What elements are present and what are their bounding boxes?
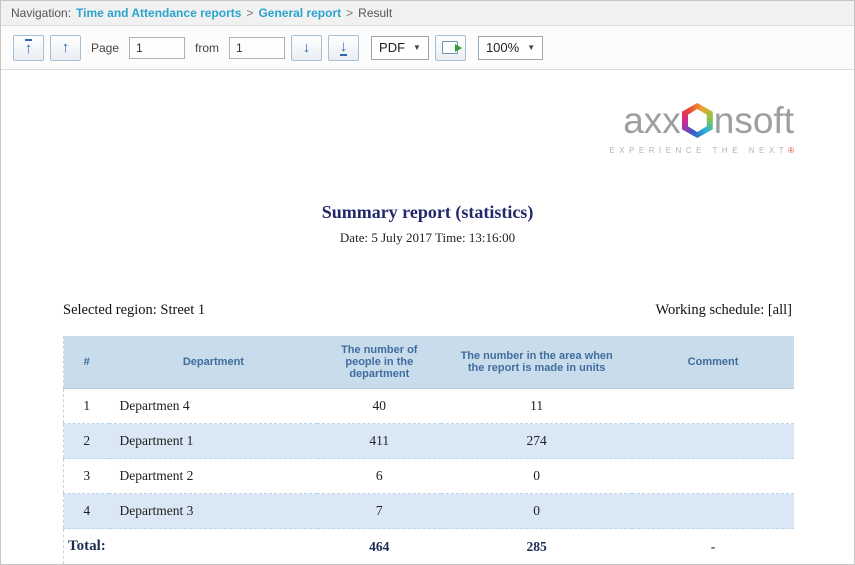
chevron-down-icon: ▼ [413, 43, 421, 52]
cell-department: Department 1 [109, 424, 317, 459]
chevron-down-icon: ▼ [527, 43, 535, 52]
cell-num: 3 [64, 459, 110, 494]
total-pages-input[interactable] [229, 37, 285, 59]
cell-comment [632, 494, 794, 529]
previous-page-icon: ↑ [62, 40, 70, 55]
page-number-input[interactable] [129, 37, 185, 59]
breadcrumb-current: Result [358, 6, 392, 20]
logo-tagline-text: EXPERIENCE THE NEXT [609, 146, 788, 155]
breadcrumb-label: Navigation: [11, 6, 71, 20]
zoom-value: 100% [486, 40, 519, 55]
cell-comment [632, 459, 794, 494]
summary-table: # Department The number of people in the… [63, 336, 794, 565]
export-icon [442, 41, 458, 54]
export-button[interactable] [435, 35, 466, 61]
breadcrumb: Navigation: Time and Attendance reports … [1, 1, 854, 26]
cell-num: 1 [64, 389, 110, 424]
cell-num: 4 [64, 494, 110, 529]
report-toolbar: ↑ ↑ Page from ↓ ↓ PDF ▼ 100% ▼ [1, 26, 854, 70]
next-page-icon: ↓ [303, 40, 311, 55]
first-page-button[interactable]: ↑ [13, 35, 44, 61]
cell-comment [632, 424, 794, 459]
report-page: axx nsoft EXPERIENCE THE NEXT® Summary r… [1, 70, 854, 564]
table-total-row: Total: 464 285 - [64, 529, 795, 565]
logo-tagline: EXPERIENCE THE NEXT® [609, 146, 794, 155]
hexagon-logo-icon [682, 103, 713, 138]
table-header-row: # Department The number of people in the… [64, 336, 795, 389]
total-people: 464 [317, 529, 441, 565]
from-label: from [195, 41, 219, 55]
page-label: Page [91, 41, 119, 55]
header-num: # [64, 336, 110, 389]
logo-text-right: nsoft [714, 102, 794, 139]
cell-department: Department 3 [109, 494, 317, 529]
cell-department: Department 2 [109, 459, 317, 494]
previous-page-button[interactable]: ↑ [50, 35, 81, 61]
breadcrumb-separator: > [246, 6, 253, 20]
breadcrumb-separator: > [346, 6, 353, 20]
logo-tagline-mark: ® [788, 146, 794, 155]
table-row: 3 Department 2 6 0 [64, 459, 795, 494]
cell-comment [632, 389, 794, 424]
last-page-icon: ↓ [340, 39, 348, 56]
total-label: Total: [64, 529, 318, 565]
cell-people: 7 [317, 494, 441, 529]
breadcrumb-link-time-attendance[interactable]: Time and Attendance reports [76, 6, 241, 20]
total-in-area: 285 [441, 529, 632, 565]
cell-in-area: 274 [441, 424, 632, 459]
header-people: The number of people in the department [317, 336, 441, 389]
cell-people: 40 [317, 389, 441, 424]
header-comment: Comment [632, 336, 794, 389]
selected-region-label: Selected region: Street 1 [63, 302, 205, 319]
breadcrumb-link-general-report[interactable]: General report [258, 6, 341, 20]
total-comment: - [632, 529, 794, 565]
report-meta-row: Selected region: Street 1 Working schedu… [1, 302, 854, 319]
table-row: 1 Departmen 4 40 11 [64, 389, 795, 424]
next-page-button[interactable]: ↓ [291, 35, 322, 61]
last-page-button[interactable]: ↓ [328, 35, 359, 61]
cell-people: 6 [317, 459, 441, 494]
working-schedule-label: Working schedule: [all] [655, 302, 792, 319]
cell-in-area: 0 [441, 494, 632, 529]
header-department: Department [109, 336, 317, 389]
app-window: Navigation: Time and Attendance reports … [0, 0, 855, 565]
cell-department: Departmen 4 [109, 389, 317, 424]
logo-text-left: axx [623, 102, 681, 139]
export-format-value: PDF [379, 40, 405, 55]
table-row: 2 Department 1 411 274 [64, 424, 795, 459]
cell-in-area: 11 [441, 389, 632, 424]
cell-people: 411 [317, 424, 441, 459]
header-in-area: The number in the area when the report i… [441, 336, 632, 389]
zoom-select[interactable]: 100% ▼ [478, 36, 543, 60]
cell-in-area: 0 [441, 459, 632, 494]
export-format-select[interactable]: PDF ▼ [371, 36, 429, 60]
table-row: 4 Department 3 7 0 [64, 494, 795, 529]
axxonsoft-logo: axx nsoft EXPERIENCE THE NEXT® [609, 102, 794, 155]
cell-num: 2 [64, 424, 110, 459]
report-date-line: Date: 5 July 2017 Time: 13:16:00 [1, 230, 854, 246]
first-page-icon: ↑ [25, 39, 33, 56]
axxonsoft-logo-text: axx nsoft [609, 102, 794, 139]
